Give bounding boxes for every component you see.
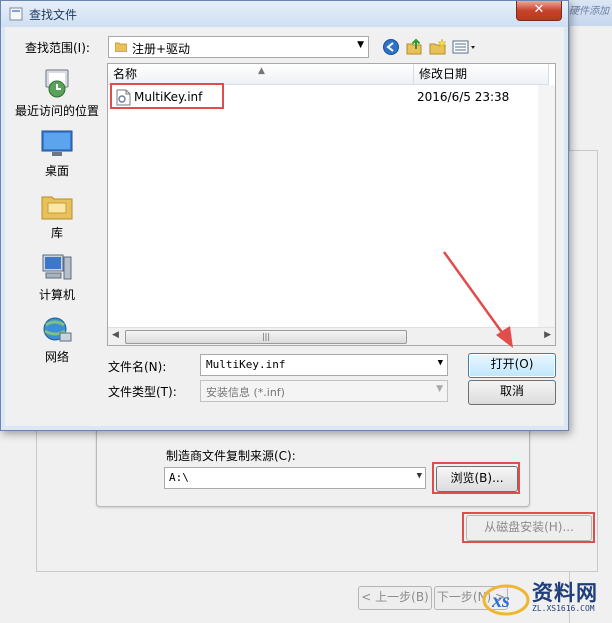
lookin-combo[interactable]: 注册+驱动 ▼ — [108, 36, 369, 58]
watermark-text: 资料网 — [532, 581, 598, 605]
scroll-right-icon[interactable]: ▶ — [544, 330, 551, 340]
back-arrow-icon[interactable] — [382, 38, 400, 56]
network-icon — [43, 317, 72, 342]
chevron-down-icon[interactable]: ▼ — [357, 40, 364, 50]
watermark-subtext: ZL.XS1616.COM — [532, 604, 595, 613]
place-desktop[interactable]: 桌面 — [9, 129, 105, 179]
filetype-value: 安装信息 (*.inf) — [206, 386, 285, 399]
horizontal-scrollbar[interactable]: ◀ ||| ▶ — [108, 327, 555, 345]
lookin-value: 注册+驱动 — [132, 42, 191, 56]
scroll-thumb[interactable]: ||| — [125, 330, 407, 344]
file-highlight-box — [110, 83, 224, 109]
dialog-titlebar[interactable]: 查找文件 ✕ — [1, 1, 568, 27]
source-label: 制造商文件复制来源(C): — [166, 449, 296, 463]
magnifier-app-icon — [9, 7, 23, 21]
back-button[interactable]: < 上一步(B) — [358, 586, 432, 610]
new-folder-icon[interactable] — [429, 38, 447, 56]
desktop-icon — [41, 130, 73, 156]
place-network[interactable]: 网络 — [9, 315, 105, 365]
sort-ascending-icon: ▲ — [258, 66, 265, 76]
computer-icon — [42, 254, 72, 280]
chevron-down-icon[interactable]: ▼ — [438, 358, 443, 368]
filetype-combo[interactable]: 安装信息 (*.inf) ▼ — [200, 380, 448, 402]
svg-text:xs: xs — [491, 590, 510, 612]
place-label: 最近访问的位置 — [14, 104, 99, 118]
cancel-button[interactable]: 取消 — [468, 380, 556, 405]
libraries-icon — [41, 196, 73, 220]
source-path-value: A:\ — [169, 471, 189, 484]
chevron-down-icon[interactable]: ▼ — [417, 471, 422, 481]
open-button[interactable]: 打开(O) — [468, 353, 556, 378]
place-recent[interactable]: 最近访问的位置 — [9, 67, 105, 119]
recent-places-icon — [45, 69, 69, 98]
wizard-title-fragment: 硬件添加 — [562, 0, 612, 26]
view-menu-icon[interactable] — [452, 38, 478, 56]
place-label: 计算机 — [38, 288, 75, 302]
column-header-date-label: 修改日期 — [419, 67, 468, 81]
browse-highlight-box — [432, 462, 520, 494]
dialog-title: 查找文件 — [29, 8, 78, 22]
source-path-combo[interactable]: A:\ ▼ — [164, 467, 426, 489]
up-folder-icon[interactable] — [405, 38, 423, 56]
place-label: 网络 — [44, 350, 69, 364]
chevron-down-icon[interactable]: ▼ — [436, 384, 443, 394]
place-label: 库 — [50, 226, 63, 240]
filename-value: MultiKey.inf — [206, 358, 286, 371]
column-header-date[interactable]: 修改日期 — [414, 64, 549, 85]
from-disk-highlight-box — [462, 512, 595, 543]
place-computer[interactable]: 计算机 — [9, 253, 105, 303]
folder-icon — [115, 42, 127, 52]
column-header-name[interactable]: 名称 ▲ — [108, 64, 414, 85]
place-libraries[interactable]: 库 — [9, 191, 105, 241]
place-label: 桌面 — [44, 164, 69, 178]
scroll-left-icon[interactable]: ◀ — [112, 330, 119, 340]
filetype-label: 文件类型(T): — [108, 385, 177, 399]
close-button[interactable]: ✕ — [516, 1, 562, 21]
vertical-scrollbar[interactable] — [538, 85, 555, 328]
column-header-name-label: 名称 — [113, 67, 138, 81]
file-date: 2016/6/5 23:38 — [417, 90, 510, 104]
filename-label: 文件名(N): — [108, 360, 167, 374]
filename-combo[interactable]: MultiKey.inf ▼ — [200, 354, 448, 376]
lookin-label: 查找范围(I): — [25, 41, 90, 55]
